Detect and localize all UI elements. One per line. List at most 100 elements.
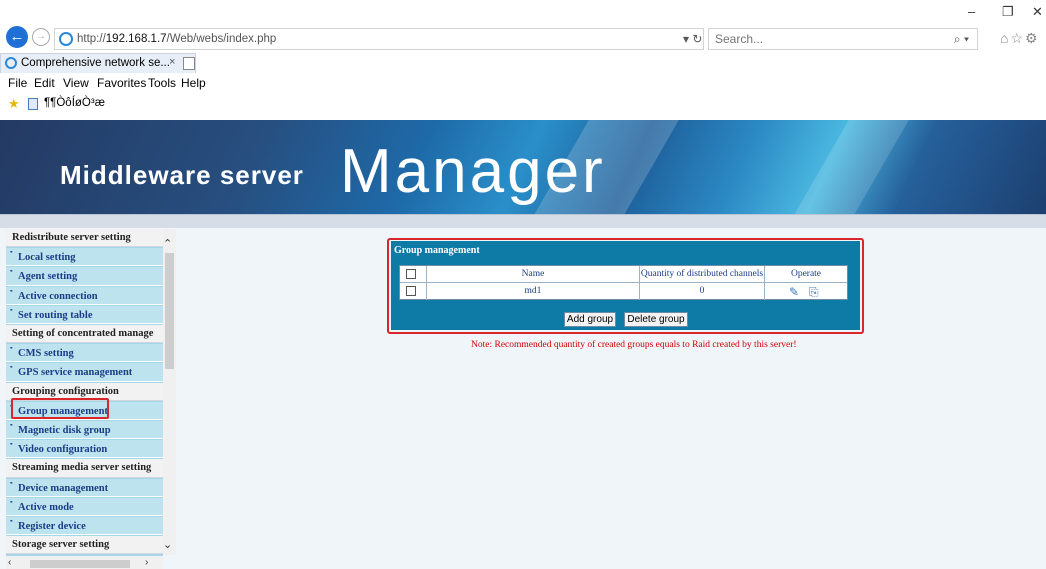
menu-edit[interactable]: Edit <box>34 76 55 90</box>
banner-light-streak <box>779 120 921 214</box>
group-name-cell: md1 <box>427 283 640 300</box>
tab-title: Comprehensive network se... <box>21 57 170 69</box>
banner-title: Manager <box>340 137 606 206</box>
back-arrow-icon[interactable]: ← <box>6 26 28 48</box>
bullet-icon: ˙ <box>9 440 14 457</box>
sidebar-section-label: Grouping configuration <box>12 385 119 397</box>
scroll-down-icon[interactable]: ⌄ <box>163 538 172 551</box>
new-tab-icon[interactable] <box>183 57 195 70</box>
address-bar[interactable]: http://192.168.1.7/Web/webs/index.php ▾ … <box>54 28 704 50</box>
sidebar-section-streaming-media-server-setting: Streaming media server setting <box>6 459 163 478</box>
scroll-left-icon[interactable]: ‹ <box>8 557 11 568</box>
bullet-icon: ˙ <box>9 344 14 361</box>
sidebar-section-storage-server-setting: Storage server setting <box>6 536 163 555</box>
sidebar-item-active-mode[interactable]: ˙ Active mode <box>6 497 163 516</box>
bullet-icon: ˙ <box>9 248 14 265</box>
sidebar-item-active-connection[interactable]: ˙ Active connection <box>6 286 163 305</box>
group-table: Name Quantity of distributed channels Op… <box>399 265 848 300</box>
add-group-button[interactable]: Add group <box>564 312 616 327</box>
browser-chrome: – ❐ ✕ ← → http://192.168.1.7/Web/webs/in… <box>0 0 1046 120</box>
column-header-channels: Quantity of distributed channels <box>640 266 765 283</box>
scroll-thumb[interactable] <box>165 253 174 369</box>
sidebar-item-label: CMS setting <box>18 348 74 360</box>
sidebar-item-device-management[interactable]: ˙ Device management <box>6 478 163 497</box>
sidebar-section-setting-of-concentrated-manage: Setting of concentrated manage <box>6 325 163 344</box>
sidebar-section-redistribute-server-setting: Redistribute server setting <box>6 229 163 248</box>
menu-view[interactable]: View <box>63 76 89 90</box>
sidebar-item-label: Magnetic disk group <box>18 425 111 436</box>
column-header-name: Name <box>427 266 640 283</box>
sidebar-section-label: Redistribute server setting <box>12 232 131 243</box>
selected-item-highlight <box>11 398 109 419</box>
scroll-up-icon[interactable]: ⌃ <box>163 237 172 250</box>
search-input[interactable] <box>715 32 945 46</box>
sidebar-item-label: Agent setting <box>18 271 78 283</box>
edit-icon[interactable]: ✎ <box>789 284 799 300</box>
restore-icon[interactable]: ❐ <box>1002 4 1014 20</box>
sidebar-item-set-routing-table[interactable]: ˙ Set routing table <box>6 305 163 324</box>
group-channels-cell: 0 <box>640 283 765 300</box>
panel-title: Group management <box>394 245 480 256</box>
browser-tab[interactable]: Comprehensive network se... × <box>0 53 196 73</box>
page-icon <box>28 98 38 110</box>
menu-help[interactable]: Help <box>181 76 206 90</box>
details-icon[interactable]: ⎘ <box>809 284 819 300</box>
bullet-icon: ˙ <box>9 517 14 533</box>
bullet-icon: ˙ <box>9 267 14 284</box>
sidebar-item-local-setting[interactable]: ˙ Local setting <box>6 248 163 267</box>
address-url[interactable]: http://192.168.1.7/Web/webs/index.php <box>77 33 276 45</box>
ie-logo-icon <box>59 32 73 46</box>
sidebar-item-agent-setting[interactable]: ˙ Agent setting <box>6 267 163 286</box>
home-star-gear-icons[interactable]: ⌂☆⚙ <box>1000 30 1040 47</box>
bullet-icon: ˙ <box>9 478 14 495</box>
bullet-icon: ˙ <box>9 305 14 322</box>
select-all-cell <box>400 266 427 283</box>
close-window-icon[interactable]: ✕ <box>1032 4 1043 20</box>
scroll-right-icon[interactable]: › <box>145 557 148 568</box>
sidebar-item-video-configuration[interactable]: ˙ Video configuration <box>6 440 163 459</box>
delete-group-button[interactable]: Delete group <box>624 312 688 327</box>
group-operate-cell: ✎ ⎘ <box>765 283 847 300</box>
bullet-icon: ˙ <box>9 286 14 303</box>
row-checkbox[interactable] <box>406 286 416 296</box>
menu-file[interactable]: File <box>8 76 27 90</box>
sidebar-section-label: Storage server setting <box>12 539 110 551</box>
sidebar-item-label: Device management <box>18 482 109 494</box>
favorites-star-icon[interactable]: ★ <box>8 96 20 112</box>
tab-close-icon[interactable]: × <box>169 56 175 68</box>
sidebar-section-label: Setting of concentrated manage <box>12 328 154 339</box>
recommendation-note: Note: Recommended quantity of created gr… <box>471 340 797 350</box>
forward-arrow-icon[interactable]: → <box>32 28 50 46</box>
sidebar-item-label: Active connection <box>18 290 98 302</box>
horizontal-scroll-thumb[interactable] <box>30 560 130 568</box>
header-banner: Middleware server Manager <box>0 120 1046 214</box>
search-icon[interactable]: ⌕ ▾ <box>954 32 969 47</box>
sidebar-item-label: Video configuration <box>18 444 108 456</box>
sidebar-item-label: GPS service management <box>18 367 133 379</box>
favorite-link[interactable]: ¶¶ÒôÍøÒ³æ <box>44 97 105 109</box>
sidebar-item-label: Local setting <box>18 252 76 264</box>
refresh-icon[interactable]: ▾ ↻ <box>683 32 702 46</box>
bullet-icon: ˙ <box>9 363 14 380</box>
ie-logo-icon <box>5 57 17 69</box>
menu-tools[interactable]: Tools <box>148 76 176 90</box>
sidebar-item-magnetic-disk-group[interactable]: ˙ Magnetic disk group <box>6 421 163 440</box>
column-header-operate: Operate <box>765 266 847 283</box>
search-box[interactable]: ⌕ ▾ <box>708 28 978 50</box>
banner-subtitle: Middleware server <box>60 160 304 190</box>
sidebar-item-label: Set routing table <box>18 309 93 321</box>
bullet-icon: ˙ <box>9 497 14 514</box>
sidebar-item-gps-service-management[interactable]: ˙ GPS service management <box>6 363 163 382</box>
row-select-cell <box>400 283 427 300</box>
sidebar-item-label: Active mode <box>18 501 74 513</box>
sidebar-item-cms-setting[interactable]: ˙ CMS setting <box>6 344 163 363</box>
divider-strip <box>0 214 1046 228</box>
menu-favorites[interactable]: Favorites <box>97 76 146 90</box>
sidebar-item-register-device[interactable]: ˙ Register device <box>6 517 163 536</box>
panel-button-bar: Add group Delete group <box>391 311 860 329</box>
bullet-icon: ˙ <box>9 421 14 437</box>
sidebar-section-label: Streaming media server setting <box>12 462 152 474</box>
select-all-checkbox[interactable] <box>406 269 416 279</box>
sidebar-item-label: Register device <box>18 521 86 532</box>
minimize-icon[interactable]: – <box>968 4 975 19</box>
